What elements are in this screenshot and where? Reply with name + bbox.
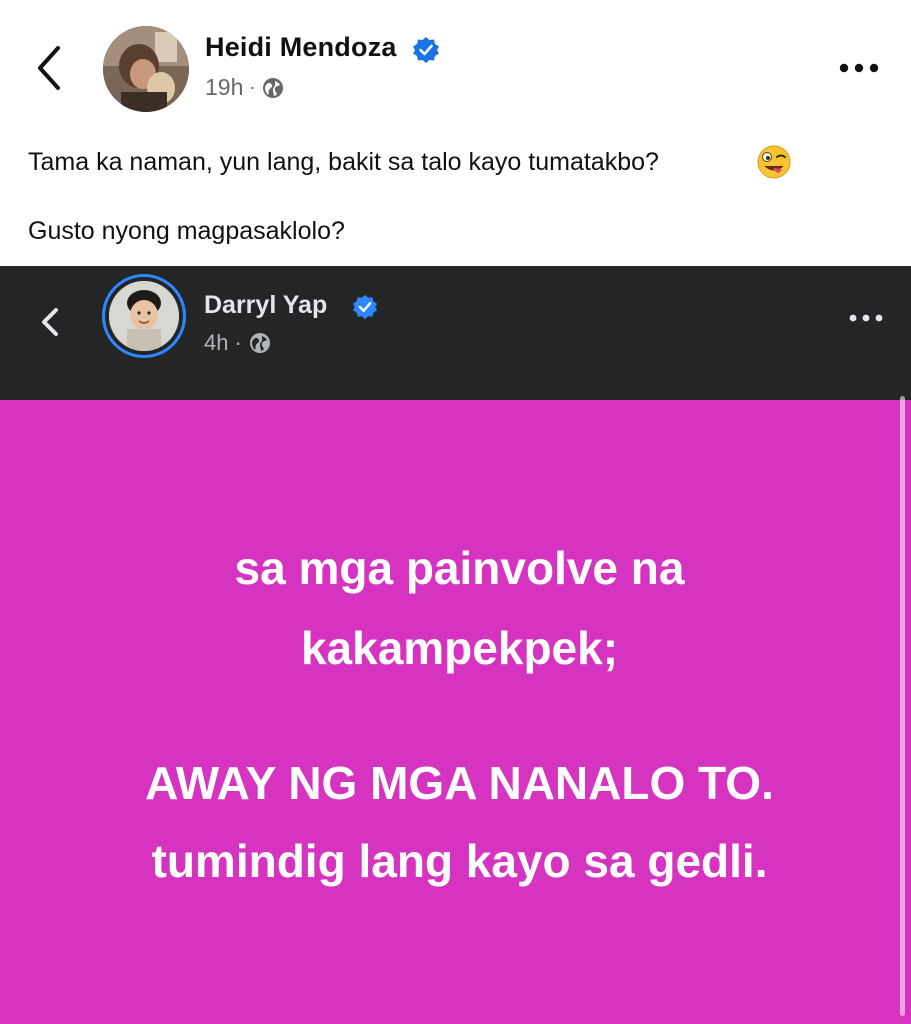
more-dots-icon bbox=[849, 314, 883, 322]
embedded-screenshot: Darryl Yap 4h · sa mga painvolve na kaka… bbox=[0, 266, 911, 1024]
post-header: Heidi Mendoza 19h · bbox=[0, 0, 911, 130]
card-text-line: kakampekpek; bbox=[300, 622, 619, 674]
globe-icon bbox=[263, 77, 284, 98]
post-time[interactable]: 19h bbox=[205, 74, 243, 101]
card-text-line: sa mga painvolve na bbox=[234, 542, 685, 594]
author-name[interactable]: Heidi Mendoza bbox=[205, 32, 397, 63]
chevron-left-icon bbox=[42, 308, 58, 336]
verified-badge-icon bbox=[413, 37, 439, 63]
meta-separator: · bbox=[234, 330, 242, 355]
post-meta: 19h · bbox=[205, 74, 285, 101]
embedded-post-time: 4h bbox=[204, 330, 229, 355]
meta-separator: · bbox=[249, 77, 256, 97]
post-text-line: Tama ka naman, yun lang, bakit sa talo k… bbox=[28, 148, 659, 176]
chevron-left-icon bbox=[38, 46, 60, 90]
zany-face-emoji-icon bbox=[757, 145, 791, 179]
embedded-author-avatar bbox=[102, 274, 186, 358]
card-text-line: tumindig lang kayo sa gedli. bbox=[151, 835, 768, 887]
avatar-photo bbox=[109, 281, 179, 351]
globe-icon bbox=[249, 333, 270, 353]
avatar-photo bbox=[103, 26, 189, 112]
embedded-post-meta: 4h · bbox=[204, 330, 272, 356]
scrollbar bbox=[900, 396, 905, 1016]
author-avatar[interactable] bbox=[103, 26, 189, 112]
back-button[interactable] bbox=[28, 40, 72, 96]
verified-badge-icon bbox=[352, 294, 378, 320]
text-card bbox=[0, 400, 911, 1024]
more-dots-icon bbox=[839, 63, 879, 73]
card-text-line: AWAY NG MGA NANALO TO. bbox=[145, 757, 774, 809]
post-text-line: Gusto nyong magpasaklolo? bbox=[28, 217, 345, 245]
embedded-author-name: Darryl Yap bbox=[204, 291, 328, 319]
more-options-button[interactable] bbox=[834, 56, 884, 80]
embedded-post-header: Darryl Yap 4h · bbox=[0, 266, 911, 400]
